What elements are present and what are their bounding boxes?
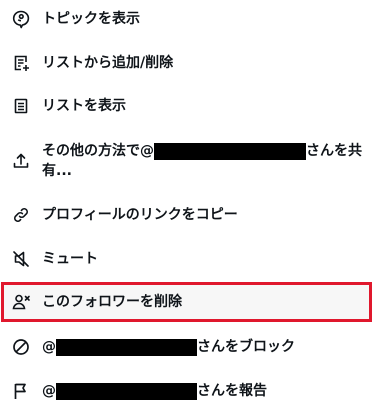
redacted-username [154, 142, 306, 160]
topic-icon [11, 9, 31, 29]
menu-item-label: ミュート [42, 251, 98, 267]
label-prefix: @ [42, 339, 56, 355]
redacted-username [56, 382, 197, 400]
label-prefix: @ [42, 383, 56, 399]
mute-icon [11, 249, 31, 269]
share-icon [11, 151, 31, 171]
link-icon [11, 205, 31, 225]
menu-item-copy-profile-link[interactable]: プロフィールのリンクをコピー [0, 200, 375, 230]
menu-item-label: プロフィールのリンクをコピー [42, 207, 238, 223]
remove-follower-icon [11, 292, 31, 312]
menu-item-label: リストから追加/削除 [42, 55, 174, 71]
label-suffix: さんをブロック [197, 339, 295, 355]
redacted-username [56, 338, 197, 356]
menu-item-view-lists[interactable]: リストを表示 [0, 91, 375, 121]
menu-item-label: リストを表示 [42, 98, 126, 114]
menu-item-block[interactable]: @ さんをブロック [0, 332, 375, 362]
label-suffix: さんを共 [306, 143, 362, 159]
menu-item-label: @ さんをブロック [42, 337, 295, 357]
block-icon [11, 337, 31, 357]
menu-item-add-remove-lists[interactable]: リストから追加/削除 [0, 48, 375, 78]
menu-item-view-topics[interactable]: トピックを表示 [0, 4, 375, 34]
menu-item-label-continued: 有... [42, 163, 72, 179]
menu-item-mute[interactable]: ミュート [0, 244, 375, 274]
menu-item-remove-follower[interactable]: このフォロワーを削除 [0, 282, 375, 322]
label-suffix: さんを報告 [197, 383, 267, 399]
more-options-menu: トピックを表示 リストから追加/削除 リストを表示 その他の方法で@ さんを共 … [0, 0, 375, 406]
menu-item-label: このフォロワーを削除 [42, 294, 182, 310]
report-flag-icon [11, 381, 31, 401]
list-add-icon [11, 53, 31, 73]
list-icon [11, 96, 31, 116]
menu-item-share-profile[interactable]: その他の方法で@ さんを共 有... [0, 137, 375, 187]
menu-item-label: トピックを表示 [42, 11, 140, 27]
menu-item-label: その他の方法で@ さんを共 [42, 141, 362, 161]
menu-item-report[interactable]: @ さんを報告 [0, 376, 375, 406]
label-prefix: その他の方法で@ [42, 143, 154, 159]
menu-item-label: @ さんを報告 [42, 381, 267, 401]
